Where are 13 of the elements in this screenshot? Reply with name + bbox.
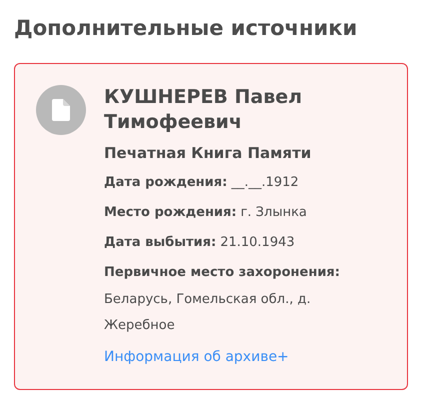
field-value: 21.10.1943 [220, 235, 295, 250]
source-title: Печатная Книга Памяти [104, 143, 312, 163]
field-value: г. Злынка [240, 205, 307, 220]
field-label: Дата рождения: [104, 175, 228, 190]
field-label: Дата выбытия: [104, 235, 216, 250]
section-heading: Дополнительные источники [14, 15, 358, 42]
archive-info-link[interactable]: Информация об архиве+ [104, 347, 289, 367]
document-icon [36, 85, 86, 135]
field-label: Место рождения: [104, 205, 237, 220]
field-value: Беларусь, Гомельская обл., д. Жеребное [104, 291, 312, 335]
field-label: Первичное место захоронения: [104, 264, 340, 282]
person-name: КУШНЕРЕВ Павел Тимофеевич [104, 85, 304, 135]
field-value: __.__.1912 [231, 175, 299, 190]
